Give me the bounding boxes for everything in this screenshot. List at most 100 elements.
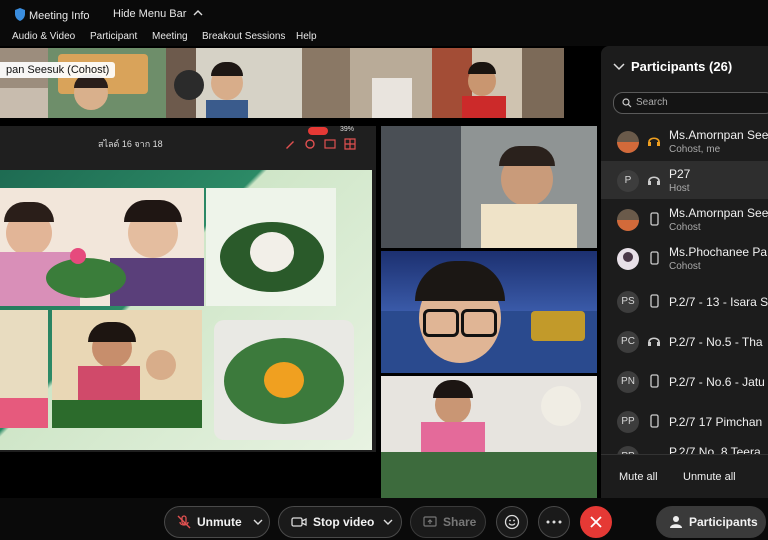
search-input[interactable]: Search: [613, 92, 768, 114]
pointer-icon[interactable]: [304, 138, 316, 150]
avatar: PP: [617, 446, 639, 454]
search-icon: [622, 98, 632, 108]
video-thumbnail[interactable]: [302, 48, 432, 118]
participant-row[interactable]: P P27 Host: [601, 161, 768, 199]
phone-icon: [650, 212, 659, 226]
menu-meeting[interactable]: Meeting: [152, 31, 188, 42]
microphone-muted-icon: [177, 515, 191, 529]
avatar: PP: [617, 411, 639, 433]
participant-row[interactable]: PN P.2/7 - No.6 - Jatu: [601, 362, 768, 400]
avatar: [617, 209, 639, 231]
avatar: [617, 131, 639, 153]
video-thumbnail[interactable]: [48, 48, 166, 118]
mute-all-button[interactable]: Mute all: [619, 471, 658, 483]
menu-participant[interactable]: Participant: [90, 31, 137, 42]
presentation-slide: [0, 170, 372, 450]
share-header: สไลด์ 16 จาก 18 39%: [0, 126, 376, 170]
stop-video-button[interactable]: Stop video: [278, 506, 402, 538]
video-tile[interactable]: [381, 126, 597, 248]
panel-footer: Mute all Unmute all: [601, 454, 768, 499]
participant-row[interactable]: Ms.Phochanee Pa Cohost: [601, 239, 768, 277]
participant-row[interactable]: Ms.Amornpan Seesuk Cohost, me: [601, 122, 768, 160]
more-icon: [546, 520, 562, 524]
headset-icon: [648, 337, 660, 346]
participant-name: P.2/7 - 13 - Isara S: [669, 295, 768, 309]
participant-row[interactable]: PP P.2/7 17 Pimchan: [601, 402, 768, 440]
recording-badge: [308, 127, 328, 135]
more-options-button[interactable]: [538, 506, 570, 538]
chevron-up-icon: [193, 10, 203, 16]
participant-name: P.2/7 No. 8 Teera: [669, 445, 761, 454]
slide-photo: [52, 310, 202, 428]
phone-icon: [650, 414, 659, 428]
menu-breakout-sessions[interactable]: Breakout Sessions: [202, 31, 285, 42]
stop-video-label: Stop video: [313, 515, 375, 529]
shield-icon: [15, 8, 25, 21]
close-icon: [590, 516, 602, 528]
share-label: Share: [443, 515, 477, 529]
battery-percent: 39%: [340, 126, 355, 133]
window-icon[interactable]: [324, 138, 336, 150]
reactions-button[interactable]: [496, 506, 528, 538]
phone-icon: [650, 374, 659, 388]
participant-role: Cohost, me: [669, 144, 721, 155]
participant-name: Ms.Amornpan Seesuk: [669, 206, 768, 220]
video-thumbnail[interactable]: [0, 48, 48, 118]
slide-krathong-photo: [214, 320, 354, 440]
avatar: PS: [617, 291, 639, 313]
hide-menu-bar-label: Hide Menu Bar: [113, 8, 187, 20]
slide-photo: [0, 310, 48, 428]
video-tile[interactable]: [381, 376, 597, 498]
meeting-controls: Unmute Stop video Share Participants: [0, 498, 768, 540]
menu-audio-video[interactable]: Audio & Video: [12, 31, 75, 42]
grid-icon[interactable]: [344, 138, 356, 150]
hide-menu-bar-button[interactable]: Hide Menu Bar: [113, 8, 203, 20]
participants-button[interactable]: Participants: [656, 506, 766, 538]
smiley-icon: [504, 514, 520, 530]
title-bar: Meeting Info Hide Menu Bar: [0, 0, 768, 28]
menu-help[interactable]: Help: [296, 31, 317, 42]
pen-icon[interactable]: [284, 138, 296, 150]
chevron-down-icon[interactable]: [253, 518, 263, 526]
chevron-down-icon[interactable]: [613, 61, 625, 71]
participant-row[interactable]: PP P.2/7 No. 8 Teera: [601, 442, 768, 454]
video-tile[interactable]: [381, 251, 597, 373]
participant-name: P27: [669, 167, 691, 181]
meeting-info-button[interactable]: Meeting Info: [14, 8, 90, 22]
person-icon: [670, 516, 682, 528]
participant-role: Cohost: [669, 261, 701, 272]
video-camera-icon: [291, 517, 307, 527]
participant-row[interactable]: PS P.2/7 - 13 - Isara S: [601, 282, 768, 320]
participant-name: Ms.Amornpan Seesuk: [669, 128, 768, 142]
video-thumbnail[interactable]: [166, 48, 302, 118]
share-button[interactable]: Share: [410, 506, 486, 538]
participant-name: P.2/7 - No.6 - Jatu: [669, 375, 765, 389]
participant-name: P.2/7 - No.5 - Tha: [669, 335, 763, 349]
avatar: [617, 248, 639, 270]
participants-label: Participants: [689, 515, 758, 529]
headset-icon: [648, 176, 660, 185]
phone-icon: [650, 294, 659, 308]
avatar: P: [617, 170, 639, 192]
menu-bar: Audio & Video Participant Meeting Breako…: [0, 28, 768, 46]
participants-panel: Participants (26) Search Ms.Amornpan See…: [601, 46, 768, 499]
video-thumbnail[interactable]: [432, 48, 564, 118]
meeting-info-label: Meeting Info: [29, 10, 90, 22]
unmute-all-button[interactable]: Unmute all: [683, 471, 736, 483]
participant-row[interactable]: PC P.2/7 - No.5 - Tha: [601, 322, 768, 360]
active-speaker-name-tag: pan Seesuk (Cohost): [0, 62, 116, 78]
participants-title: Participants (26): [631, 59, 733, 74]
unmute-button[interactable]: Unmute: [164, 506, 270, 538]
search-placeholder: Search: [636, 97, 668, 108]
chevron-down-icon[interactable]: [383, 518, 393, 526]
leave-meeting-button[interactable]: [580, 506, 612, 538]
participant-row[interactable]: Ms.Amornpan Seesuk Cohost: [601, 200, 768, 238]
avatar: PN: [617, 371, 639, 393]
participant-role: Cohost: [669, 222, 701, 233]
slide-counter: สไลด์ 16 จาก 18: [98, 139, 163, 149]
participant-name: Ms.Phochanee Pa: [669, 245, 768, 259]
slide-krathong-photo: [206, 188, 336, 306]
phone-icon: [650, 251, 659, 265]
shared-content-window: สไลด์ 16 จาก 18 39%: [0, 126, 376, 452]
participant-role: Host: [669, 183, 690, 194]
